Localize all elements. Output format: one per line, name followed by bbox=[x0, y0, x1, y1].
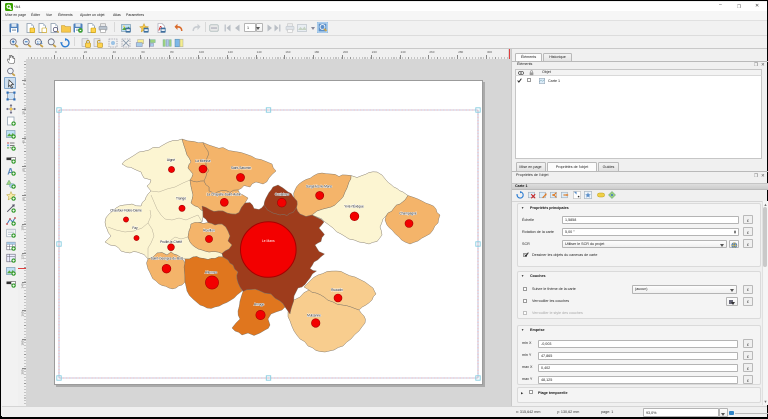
svg-text:1:1: 1:1 bbox=[37, 40, 44, 45]
